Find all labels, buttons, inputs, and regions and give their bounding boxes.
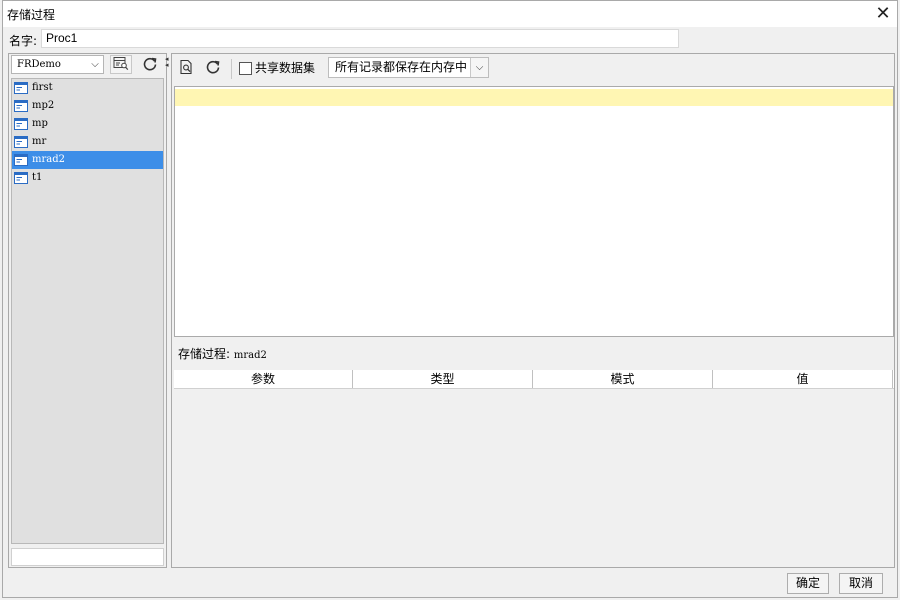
title-bar: 存储过程 ✕ xyxy=(3,1,897,27)
column-header-type[interactable]: 类型 xyxy=(353,370,533,388)
procedure-icon xyxy=(14,136,28,148)
procedure-icon xyxy=(14,154,28,166)
procedure-list-item[interactable]: first xyxy=(12,79,163,97)
name-input[interactable]: Proc1 xyxy=(41,29,679,48)
procedure-name: mrad2 xyxy=(32,154,65,165)
procedure-label: 存储过程: xyxy=(178,347,231,361)
preview-table-button[interactable] xyxy=(110,55,132,74)
procedure-icon xyxy=(14,82,28,94)
procedure-list-item[interactable]: t1 xyxy=(12,169,163,187)
cancel-button[interactable]: 取消 xyxy=(839,573,883,594)
refresh-button[interactable] xyxy=(205,59,225,79)
selected-procedure-line: 存储过程: mrad2 xyxy=(178,345,267,362)
column-header-param[interactable]: 参数 xyxy=(174,370,353,388)
share-dataset-label: 共享数据集 xyxy=(255,61,316,75)
chevron-down-icon: ⌵ xyxy=(470,58,488,77)
parameter-table-header: 参数 类型 模式 值 xyxy=(174,370,894,389)
close-icon[interactable]: ✕ xyxy=(873,4,893,24)
share-dataset-checkbox[interactable] xyxy=(239,62,252,75)
datasource-value: FRDemo xyxy=(17,59,61,70)
procedure-list-item[interactable]: mp2 xyxy=(12,97,163,115)
procedure-icon xyxy=(14,172,28,184)
procedure-name: first xyxy=(32,82,53,93)
name-label: 名字: xyxy=(9,34,38,48)
toolbar-divider xyxy=(231,59,232,79)
sql-editor[interactable] xyxy=(174,86,894,337)
procedure-name: mr xyxy=(32,136,47,147)
preview-button[interactable] xyxy=(178,59,198,79)
procedure-name: t1 xyxy=(32,172,43,183)
stored-procedure-dialog: 存储过程 ✕ 名字: Proc1 FRDemo ⌵ ◂ ◂ first mp2 … xyxy=(2,0,898,598)
parameter-table: 参数 类型 模式 值 xyxy=(174,367,894,567)
procedure-list-item[interactable]: mp xyxy=(12,115,163,133)
table-search-icon xyxy=(113,57,129,71)
column-header-mode[interactable]: 模式 xyxy=(533,370,713,388)
collapse-handle[interactable]: ◂ ◂ xyxy=(165,56,169,69)
procedure-value: mrad2 xyxy=(233,350,267,361)
ok-button[interactable]: 确定 xyxy=(787,573,829,594)
procedure-detail-panel: 共享数据集 所有记录都保存在内存中 ⌵ 存储过程: mrad2 参数 类型 模式… xyxy=(171,53,895,568)
procedure-browser: FRDemo ⌵ ◂ ◂ first mp2 mp mr mrad2 t1 xyxy=(8,53,169,568)
datasource-select[interactable]: FRDemo ⌵ xyxy=(11,55,104,74)
refresh-icon xyxy=(143,57,157,71)
current-line-highlight xyxy=(175,89,893,106)
procedure-name: mp2 xyxy=(32,100,55,111)
preview-icon xyxy=(180,59,192,75)
procedure-icon xyxy=(14,100,28,112)
procedure-list: first mp2 mp mr mrad2 t1 xyxy=(11,78,164,544)
procedure-list-item[interactable]: mrad2 xyxy=(12,151,163,169)
procedure-list-item[interactable]: mr xyxy=(12,133,163,151)
memory-mode-value: 所有记录都保存在内存中 xyxy=(335,60,468,74)
dialog-title: 存储过程 xyxy=(7,8,56,22)
column-header-value[interactable]: 值 xyxy=(713,370,893,388)
chevron-down-icon: ⌵ xyxy=(91,59,99,70)
procedure-filter-input[interactable] xyxy=(11,548,164,566)
memory-mode-select[interactable]: 所有记录都保存在内存中 ⌵ xyxy=(328,57,489,78)
refresh-icon xyxy=(206,60,220,74)
procedure-name: mp xyxy=(32,118,48,129)
refresh-list-button[interactable] xyxy=(139,55,161,74)
procedure-icon xyxy=(14,118,28,130)
